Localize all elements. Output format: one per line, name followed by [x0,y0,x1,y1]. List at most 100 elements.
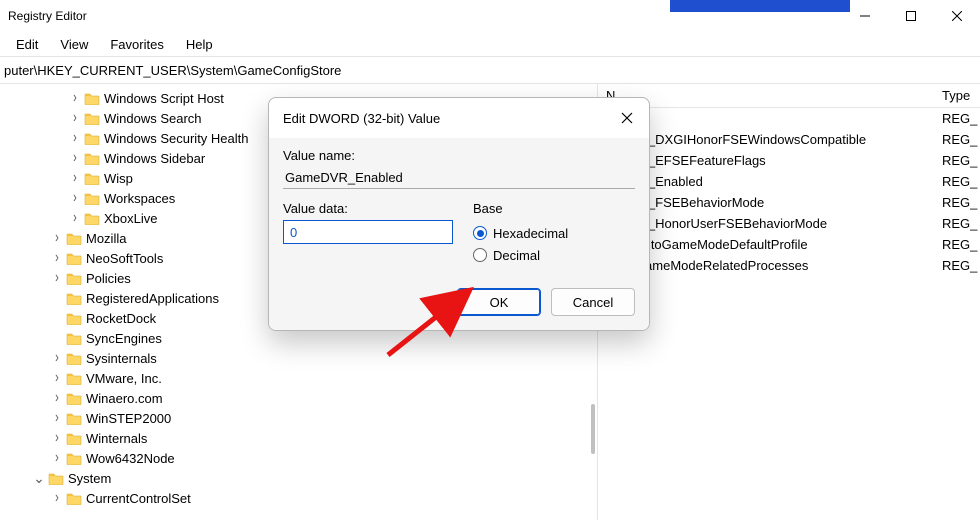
tree-item[interactable]: SyncEngines [0,328,597,348]
dialog-title: Edit DWORD (32-bit) Value [283,111,440,126]
tree-item[interactable]: Sysinternals [0,348,597,368]
chevron-right-icon[interactable] [68,171,82,185]
chevron-right-icon[interactable] [68,211,82,225]
list-row[interactable]: neDVR_EnabledREG_ [598,171,980,192]
tree-item-label: Winaero.com [86,391,163,406]
chevron-right-icon[interactable] [68,151,82,165]
tree-item-label: Wow6432Node [86,451,175,466]
list-row[interactable]: n32_GameModeRelatedProcessesREG_ [598,255,980,276]
chevron-right-icon[interactable] [68,111,82,125]
list-row[interactable]: fault)REG_ [598,108,980,129]
folder-icon [84,151,100,165]
folder-icon [66,251,82,265]
tree-item[interactable]: Winternals [0,428,597,448]
tree-item-label: NeoSoftTools [86,251,163,266]
edit-dword-dialog: Edit DWORD (32-bit) Value Value name: Va… [268,97,650,331]
tree-item-label: Windows Sidebar [104,151,205,166]
chevron-right-icon[interactable] [50,451,64,465]
list-cell-type: REG_ [934,153,980,168]
dialog-titlebar: Edit DWORD (32-bit) Value [269,98,649,138]
list-row[interactable]: n32_AutoGameModeDefaultProfileREG_ [598,234,980,255]
chevron-right-icon[interactable] [50,251,64,265]
list-row[interactable]: neDVR_EFSEFeatureFlagsREG_ [598,150,980,171]
menu-help[interactable]: Help [176,35,223,54]
folder-icon [84,171,100,185]
tree-item[interactable]: Winaero.com [0,388,597,408]
tree-item[interactable]: VMware, Inc. [0,368,597,388]
dialog-close-button[interactable] [619,110,635,126]
dialog-buttons: OK Cancel [283,288,635,316]
folder-icon [66,491,82,505]
folder-icon [48,471,64,485]
close-button[interactable] [934,0,980,32]
list-row[interactable]: neDVR_HonorUserFSEBehaviorModeREG_ [598,213,980,234]
value-data-input[interactable] [283,220,453,244]
value-name-input[interactable] [283,167,635,189]
radio-dec-label: Decimal [493,248,540,263]
tree-item[interactable]: Wow6432Node [0,448,597,468]
folder-icon [84,191,100,205]
menubar: Edit View Favorites Help [0,32,980,56]
tree-item-label: Winternals [86,431,147,446]
folder-icon [66,271,82,285]
list-pane: N Type fault)REG_neDVR_DXGIHonorFSEWindo… [598,84,980,520]
chevron-right-icon[interactable] [50,391,64,405]
chevron-right-icon[interactable] [50,411,64,425]
chevron-right-icon[interactable] [50,371,64,385]
list-cell-type: REG_ [934,237,980,252]
radio-hex[interactable] [473,226,487,240]
tree-item-label: SyncEngines [86,331,162,346]
radio-hex-label: Hexadecimal [493,226,568,241]
menu-favorites[interactable]: Favorites [100,35,173,54]
chevron-right-icon[interactable] [50,351,64,365]
list-row[interactable]: neDVR_DXGIHonorFSEWindowsCompatibleREG_ [598,129,980,150]
radio-dec[interactable] [473,248,487,262]
chevron-right-icon[interactable] [50,271,64,285]
tree-scrollbar[interactable] [591,404,595,454]
folder-icon [66,351,82,365]
ok-button[interactable]: OK [457,288,541,316]
tree-item-label: System [68,471,111,486]
tree-item-label: Sysinternals [86,351,157,366]
tree-item-label: Policies [86,271,131,286]
list-cell-type: REG_ [934,132,980,147]
cancel-button[interactable]: Cancel [551,288,635,316]
radio-dec-row[interactable]: Decimal [473,244,635,266]
folder-icon [84,111,100,125]
menu-edit[interactable]: Edit [6,35,48,54]
folder-icon [66,451,82,465]
tree-item-label: RegisteredApplications [86,291,219,306]
address-input[interactable] [4,63,980,78]
tree-item[interactable]: CurrentControlSet [0,488,597,508]
tree-item-label: Windows Script Host [104,91,224,106]
folder-icon [66,331,82,345]
list-cell-type: REG_ [934,258,980,273]
chevron-right-icon[interactable] [68,191,82,205]
window-title: Registry Editor [8,9,87,23]
base-group: Base Hexadecimal Decimal [473,201,635,266]
chevron-right-icon[interactable] [68,131,82,145]
chevron-right-icon[interactable] [50,231,64,245]
tree-item[interactable]: WinSTEP2000 [0,408,597,428]
list-cell-type: REG_ [934,216,980,231]
tree-item-label: CurrentControlSet [86,491,191,506]
radio-hex-row[interactable]: Hexadecimal [473,222,635,244]
value-name-label: Value name: [283,148,635,163]
tree-item-label: VMware, Inc. [86,371,162,386]
tree-item[interactable]: System [0,468,597,488]
window-controls [842,0,980,32]
folder-icon [66,371,82,385]
list-row[interactable]: neDVR_FSEBehaviorModeREG_ [598,192,980,213]
tree-item-label: Windows Search [104,111,202,126]
menu-view[interactable]: View [50,35,98,54]
chevron-right-icon[interactable] [68,91,82,105]
list-header: N Type [598,84,980,108]
chevron-right-icon[interactable] [50,431,64,445]
folder-icon [84,131,100,145]
folder-icon [66,411,82,425]
chevron-right-icon[interactable] [50,491,64,505]
chevron-down-icon[interactable] [32,471,46,485]
list-header-type[interactable]: Type [934,88,980,103]
value-data-label: Value data: [283,201,453,216]
maximize-button[interactable] [888,0,934,32]
